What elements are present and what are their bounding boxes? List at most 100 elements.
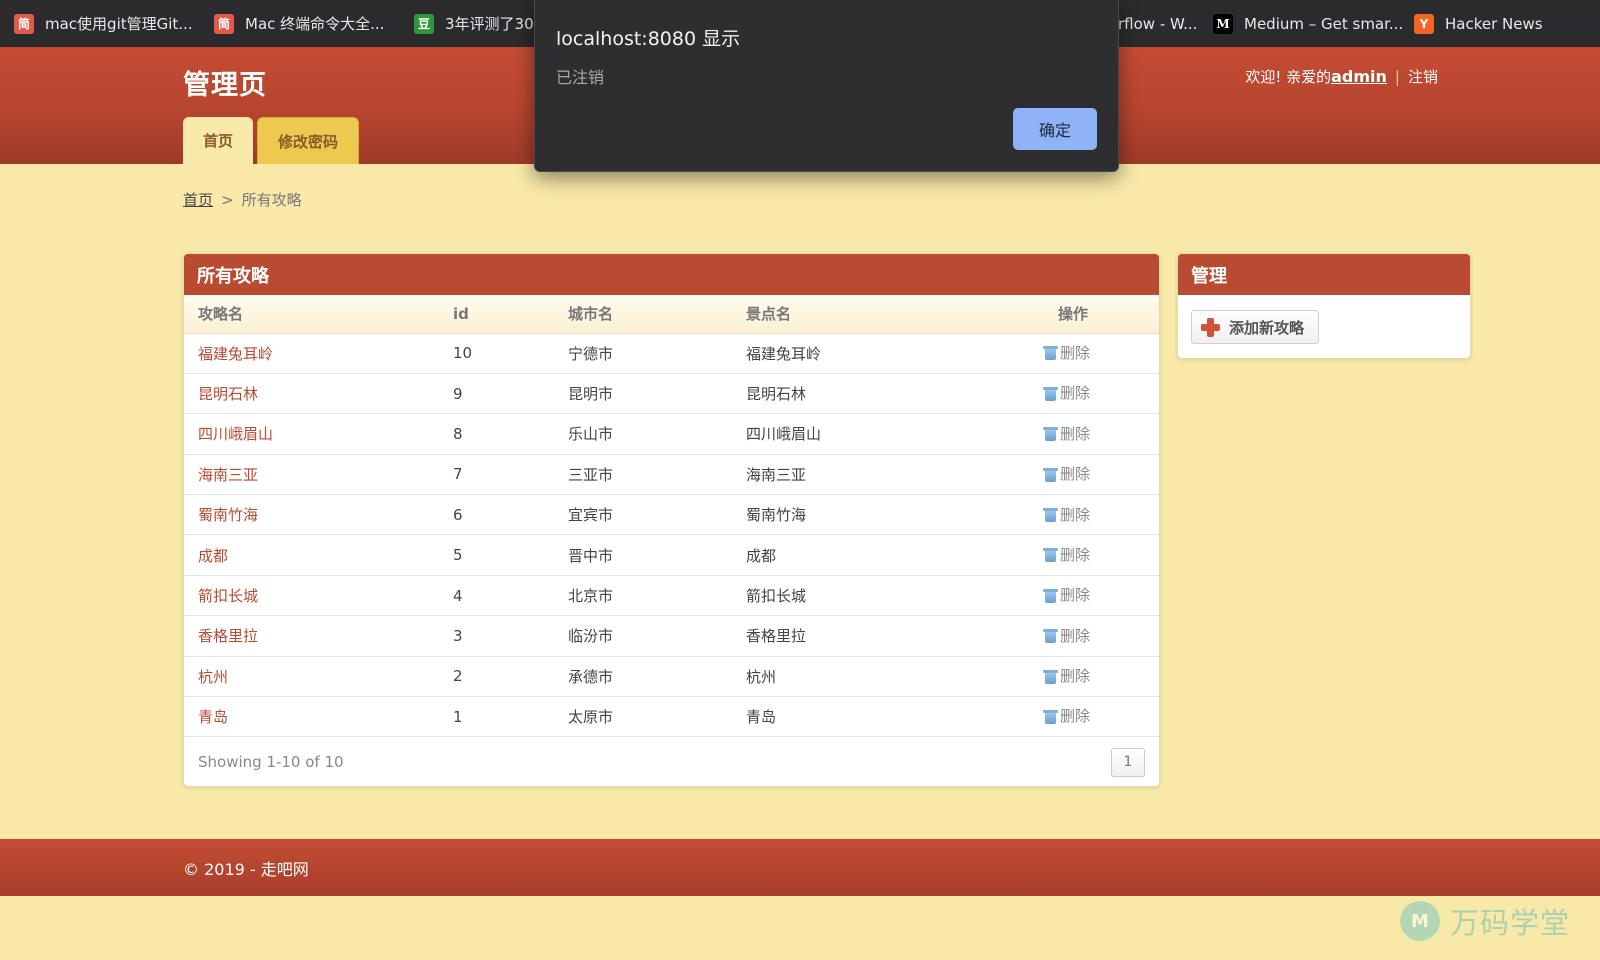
delete-button[interactable]: 删除 bbox=[1043, 342, 1090, 363]
guides-table: 攻略名 id 城市名 景点名 操作 福建兔耳岭 10 宁德市 福建兔耳岭 删除 昆明石林 9… bbox=[184, 295, 1159, 738]
welcome-text: 欢迎! 亲爱的 bbox=[1245, 68, 1332, 86]
cell-id: 5 bbox=[439, 534, 554, 576]
tab-change-password[interactable]: 修改密码 bbox=[257, 117, 360, 164]
delete-button[interactable]: 删除 bbox=[1043, 382, 1090, 403]
cell-guide-name: 青岛 bbox=[184, 696, 439, 738]
bookmark-label: Medium – Get smar... bbox=[1244, 14, 1404, 33]
site-footer: © 2019 - 走吧网 bbox=[0, 839, 1600, 896]
guide-name-link[interactable]: 四川峨眉山 bbox=[198, 425, 273, 443]
cell-guide-name: 昆明石林 bbox=[184, 373, 439, 415]
delete-button[interactable]: 删除 bbox=[1043, 463, 1090, 484]
guide-name-link[interactable]: 蜀南竹海 bbox=[198, 506, 258, 524]
cell-id: 4 bbox=[439, 575, 554, 617]
guide-name-link[interactable]: 海南三亚 bbox=[198, 466, 258, 484]
cell-id: 2 bbox=[439, 656, 554, 698]
table-row: 青岛 1 太原市 青岛 删除 bbox=[184, 696, 1159, 738]
table-row: 成都 5 晋中市 成都 删除 bbox=[184, 534, 1159, 576]
copyright-text: © 2019 - 走吧网 bbox=[183, 859, 309, 879]
table-row: 昆明石林 9 昆明市 昆明石林 删除 bbox=[184, 373, 1159, 415]
guide-name-link[interactable]: 成都 bbox=[198, 547, 228, 565]
guides-panel-title: 所有攻略 bbox=[184, 254, 1159, 295]
delete-button[interactable]: 删除 bbox=[1043, 584, 1090, 605]
guide-name-link[interactable]: 福建兔耳岭 bbox=[198, 345, 273, 363]
username-link[interactable]: admin bbox=[1331, 67, 1387, 86]
cell-id: 3 bbox=[439, 615, 554, 657]
bookmark-jianshu-git[interactable]: 简 mac使用git管理Git... bbox=[14, 0, 214, 47]
cell-spot: 福建兔耳岭 bbox=[732, 333, 988, 374]
trash-icon bbox=[1043, 385, 1058, 401]
breadcrumb-current: 所有攻略 bbox=[241, 191, 302, 209]
cell-action: 删除 bbox=[988, 494, 1159, 536]
bookmark-stackoverflow[interactable]: rflow - W... bbox=[1118, 0, 1197, 47]
page-button-1[interactable]: 1 bbox=[1111, 747, 1145, 777]
delete-label: 删除 bbox=[1060, 707, 1091, 726]
dialog-title: localhost:8080 显示 bbox=[556, 28, 741, 50]
bookmark-douban[interactable]: 豆 3年评测了30 bbox=[414, 0, 534, 47]
cell-action: 删除 bbox=[988, 615, 1159, 657]
delete-button[interactable]: 删除 bbox=[1043, 665, 1090, 686]
trash-icon bbox=[1043, 546, 1058, 563]
guide-name-link[interactable]: 杭州 bbox=[198, 668, 228, 686]
site-title: 管理页 bbox=[183, 70, 267, 101]
bookmark-hacker-news[interactable]: Y Hacker News bbox=[1414, 0, 1543, 47]
delete-button[interactable]: 删除 bbox=[1043, 625, 1090, 646]
cell-city: 宜宾市 bbox=[554, 494, 732, 536]
column-header-id: id bbox=[439, 295, 554, 334]
delete-label: 删除 bbox=[1060, 384, 1091, 403]
delete-button[interactable]: 删除 bbox=[1043, 705, 1090, 726]
bookmark-jianshu-terminal[interactable]: 简 Mac 终端命令大全... bbox=[214, 0, 414, 47]
breadcrumb-home-link[interactable]: 首页 bbox=[183, 191, 213, 209]
user-bar-separator: | bbox=[1394, 67, 1400, 86]
cell-action: 删除 bbox=[988, 656, 1159, 698]
column-header-spot: 景点名 bbox=[732, 295, 988, 334]
cell-spot: 海南三亚 bbox=[732, 454, 988, 496]
cell-guide-name: 福建兔耳岭 bbox=[184, 333, 439, 374]
cell-city: 承德市 bbox=[554, 656, 732, 698]
cell-guide-name: 海南三亚 bbox=[184, 454, 439, 496]
guide-name-link[interactable]: 昆明石林 bbox=[198, 385, 258, 403]
trash-icon bbox=[1043, 668, 1058, 684]
guide-name-link[interactable]: 青岛 bbox=[198, 708, 228, 726]
trash-icon bbox=[1043, 466, 1058, 482]
breadcrumb-separator: > bbox=[221, 191, 234, 209]
dialog-ok-button[interactable]: 确定 bbox=[1013, 108, 1097, 150]
bookmark-medium[interactable]: M Medium – Get smar... bbox=[1213, 0, 1403, 47]
cell-id: 1 bbox=[439, 696, 554, 738]
trash-icon bbox=[1043, 708, 1058, 724]
cell-action: 删除 bbox=[988, 534, 1159, 576]
cell-action: 删除 bbox=[988, 333, 1159, 374]
guide-name-link[interactable]: 箭扣长城 bbox=[198, 587, 258, 605]
pagination-summary: Showing 1-10 of 10 bbox=[198, 753, 344, 772]
plus-icon bbox=[1200, 317, 1220, 337]
delete-label: 删除 bbox=[1060, 343, 1091, 362]
cell-action: 删除 bbox=[988, 373, 1159, 415]
add-guide-button[interactable]: 添加新攻略 bbox=[1191, 310, 1319, 344]
cell-city: 三亚市 bbox=[554, 454, 732, 496]
jianshu-icon: 简 bbox=[14, 13, 34, 34]
cell-city: 昆明市 bbox=[554, 373, 732, 415]
delete-button[interactable]: 删除 bbox=[1043, 423, 1090, 444]
cell-city: 宁德市 bbox=[554, 333, 732, 374]
column-header-name: 攻略名 bbox=[184, 295, 439, 334]
column-header-city: 城市名 bbox=[554, 295, 732, 334]
watermark-text: 万码学堂 bbox=[1450, 906, 1571, 940]
table-footer: Showing 1-10 of 10 1 bbox=[184, 737, 1159, 786]
logout-link[interactable]: 注销 bbox=[1408, 66, 1438, 87]
cell-guide-name: 成都 bbox=[184, 534, 439, 576]
delete-button[interactable]: 删除 bbox=[1043, 544, 1090, 565]
cell-id: 9 bbox=[439, 373, 554, 415]
cell-action: 删除 bbox=[988, 413, 1159, 455]
cell-action: 删除 bbox=[988, 454, 1159, 496]
table-row: 香格里拉 3 临汾市 香格里拉 删除 bbox=[184, 615, 1159, 657]
delete-label: 删除 bbox=[1060, 424, 1091, 443]
add-guide-label: 添加新攻略 bbox=[1229, 318, 1305, 337]
table-row: 福建兔耳岭 10 宁德市 福建兔耳岭 删除 bbox=[184, 333, 1159, 374]
cell-city: 乐山市 bbox=[554, 413, 732, 455]
delete-button[interactable]: 删除 bbox=[1043, 504, 1090, 525]
guide-name-link[interactable]: 香格里拉 bbox=[198, 627, 258, 645]
bookmark-label: mac使用git管理Git... bbox=[45, 15, 193, 33]
delete-label: 删除 bbox=[1060, 667, 1091, 686]
cell-city: 临汾市 bbox=[554, 615, 732, 657]
delete-label: 删除 bbox=[1060, 545, 1091, 564]
tab-home[interactable]: 首页 bbox=[183, 117, 254, 164]
